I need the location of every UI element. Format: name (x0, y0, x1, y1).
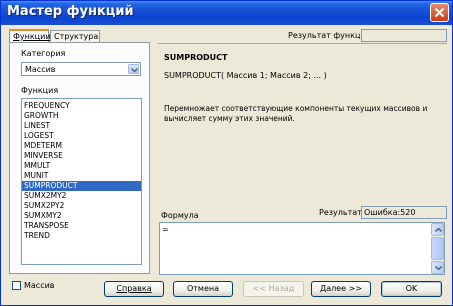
cancel-button[interactable]: Отмена (173, 281, 233, 297)
scroll-up-button[interactable] (431, 223, 444, 236)
function-item[interactable]: MINVERSE (22, 151, 141, 161)
tab-structure-label: Структура (54, 32, 99, 41)
function-list-label: Функция (21, 86, 59, 95)
array-checkbox[interactable] (12, 281, 21, 290)
ok-button[interactable]: OK (381, 281, 442, 297)
next-button[interactable]: Далее >> (311, 281, 371, 297)
formula-scrollbar[interactable] (431, 223, 444, 274)
function-result-label: Результат функции (288, 31, 371, 40)
category-dropdown-button[interactable] (128, 64, 139, 74)
function-item[interactable]: LINEST (22, 121, 141, 131)
help-button-label: Справка (116, 284, 152, 293)
category-selected-value: Массив (25, 65, 56, 74)
chevron-down-icon (131, 68, 138, 73)
function-item-selected[interactable]: SUMPRODUCT (22, 181, 141, 191)
function-item[interactable]: TREND (22, 231, 141, 241)
close-icon (434, 7, 445, 18)
function-item[interactable]: FREQUENCY (22, 101, 141, 111)
function-item[interactable]: MDETERM (22, 141, 141, 151)
close-button[interactable] (430, 3, 449, 22)
function-listbox[interactable]: FREQUENCY GROWTH LINEST LOGEST MDETERM M… (21, 98, 142, 265)
ok-button-label: OK (405, 284, 418, 293)
tab-functions-label: Функции (13, 32, 51, 41)
category-label: Категория (21, 49, 66, 58)
function-item[interactable]: TRANSPOSE (22, 221, 141, 231)
array-checkbox-label: Массив (24, 281, 55, 290)
scroll-down-button[interactable] (431, 261, 444, 274)
function-wizard-dialog: Мастер функций Функции Структура Категор… (0, 0, 453, 306)
help-button[interactable]: Справка (104, 281, 164, 297)
function-item[interactable]: SUMXMY2 (22, 211, 141, 221)
function-result-field (361, 29, 447, 42)
function-signature: SUMPRODUCT( Массив 1; Массив 2; ... ) (164, 71, 327, 80)
function-item[interactable]: MUNIT (22, 171, 141, 181)
title-bar[interactable]: Мастер функций (1, 1, 452, 25)
back-button-label: << Назад (252, 284, 295, 293)
category-select[interactable]: Массив (21, 62, 141, 76)
next-button-label: Далее >> (319, 284, 363, 293)
function-item[interactable]: GROWTH (22, 111, 141, 121)
function-item[interactable]: MMULT (22, 161, 141, 171)
tab-functions[interactable]: Функции (9, 29, 51, 43)
function-item[interactable]: LOGEST (22, 131, 141, 141)
result-label: Результат (319, 208, 362, 217)
cancel-button-label: Отмена (186, 284, 220, 293)
result-value: Ошибка:520 (361, 206, 447, 219)
scroll-thumb[interactable] (431, 237, 444, 260)
arrow-up-icon (435, 228, 442, 232)
formula-text: = (162, 225, 169, 234)
function-item[interactable]: SUMX2MY2 (22, 191, 141, 201)
function-description: Перемножает соответствующие компоненты т… (164, 104, 428, 123)
formula-input[interactable]: = (159, 222, 445, 275)
arrow-down-icon (435, 266, 442, 270)
function-item[interactable]: SUMX2PY2 (22, 201, 141, 211)
back-button[interactable]: << Назад (243, 281, 304, 297)
divider (158, 43, 447, 44)
function-name: SUMPRODUCT (164, 53, 228, 62)
formula-label: Формула (161, 211, 199, 220)
window-title: Мастер функций (7, 4, 134, 19)
